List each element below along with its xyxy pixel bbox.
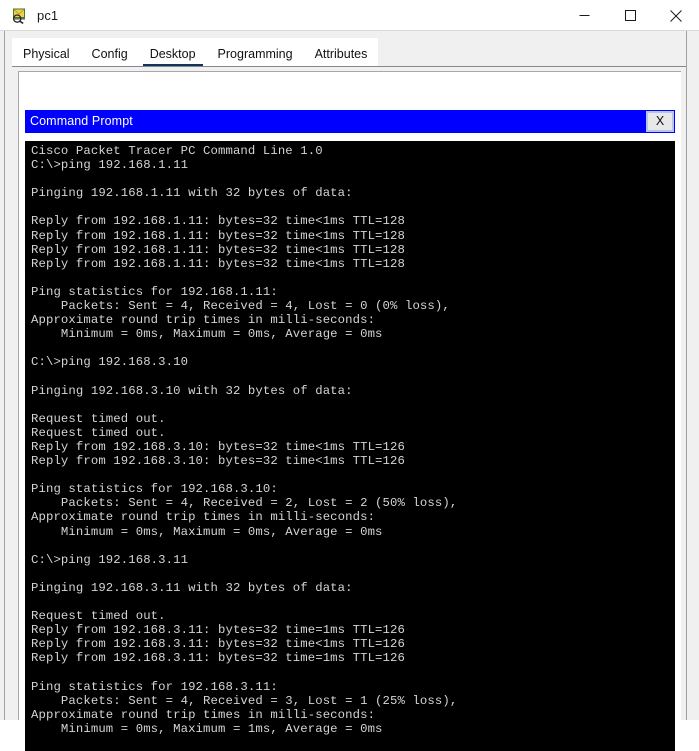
terminal-output-area[interactable]: Cisco Packet Tracer PC Command Line 1.0 … [25, 141, 675, 751]
dialog-frame-right [686, 31, 687, 720]
tab-programming[interactable]: Programming [207, 47, 304, 68]
tab-config[interactable]: Config [81, 47, 139, 68]
device-tabs: Physical Config Desktop Programming Attr… [12, 38, 378, 67]
window-title: pc1 [37, 8, 59, 23]
command-prompt-close-button[interactable]: X [646, 111, 674, 132]
tab-desktop[interactable]: Desktop [139, 47, 207, 68]
close-icon[interactable] [653, 0, 699, 31]
packet-tracer-pc-icon [11, 7, 28, 25]
pc1-window: pc1 Physical Config Desktop Programming … [0, 0, 699, 751]
dialog-frame-left [4, 31, 5, 720]
tab-physical[interactable]: Physical [12, 47, 81, 68]
tab-attributes[interactable]: Attributes [304, 47, 379, 68]
window-controls [561, 0, 699, 31]
command-prompt-title: Command Prompt [30, 114, 133, 129]
maximize-icon[interactable] [607, 0, 653, 31]
terminal-output-text: Cisco Packet Tracer PC Command Line 1.0 … [31, 144, 458, 736]
command-prompt-window: Command Prompt X Cisco Packet Tracer PC … [25, 110, 675, 751]
command-prompt-titlebar[interactable]: Command Prompt X [25, 110, 675, 133]
window-titlebar: pc1 [0, 0, 699, 31]
window-content: Physical Config Desktop Programming Attr… [0, 31, 699, 751]
minimize-icon[interactable] [561, 0, 607, 31]
window-title-group: pc1 [11, 0, 58, 31]
